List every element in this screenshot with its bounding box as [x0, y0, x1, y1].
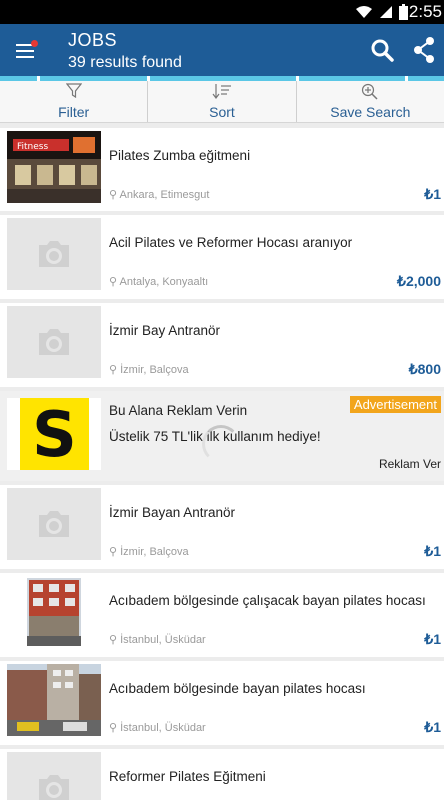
- clock: 2:55: [408, 2, 442, 21]
- list-item[interactable]: İzmir Bayan Antranör ⚲ İzmir, Balçova ₺1: [0, 485, 444, 569]
- battery-icon: [399, 4, 408, 20]
- list-item[interactable]: Reformer Pilates Eğitmeni: [0, 749, 444, 800]
- listing-photo: [7, 306, 101, 378]
- results-count: 39 results found: [68, 54, 182, 71]
- listing-title: Acıbadem bölgesinde bayan pilates hocası: [109, 681, 366, 696]
- advertisement-badge: Advertisement: [349, 396, 441, 413]
- sort-label: Sort: [209, 104, 235, 120]
- save-search-icon: [362, 83, 378, 100]
- listing-photo: [7, 488, 101, 560]
- save-search-button[interactable]: Save Search: [295, 81, 444, 122]
- listing-photo: Fitness: [7, 131, 101, 203]
- loading-spinner-icon: [202, 425, 240, 463]
- wifi-icon: [356, 6, 372, 18]
- list-item[interactable]: Acıbadem bölgesinde bayan pilates hocası…: [0, 661, 444, 745]
- list-item[interactable]: İzmir Bay Antranör ⚲ İzmir, Balçova ₺800: [0, 303, 444, 387]
- search-icon[interactable]: [370, 38, 394, 62]
- ad-title: Bu Alana Reklam Verin: [109, 403, 248, 418]
- listing-price: ₺800: [408, 361, 441, 377]
- advertisement-item[interactable]: S Advertisement Bu Alana Reklam Verin Üs…: [0, 391, 444, 481]
- sort-button[interactable]: Sort: [147, 81, 295, 122]
- notification-dot-icon: [31, 40, 38, 47]
- location-pin-icon: ⚲: [109, 634, 121, 646]
- listing-title: Acıbadem bölgesinde çalışacak bayan pila…: [109, 593, 426, 608]
- listing-title: Acil Pilates ve Reformer Hocası aranıyor: [109, 235, 353, 250]
- location-pin-icon: ⚲: [109, 276, 120, 288]
- status-bar: 2:55: [0, 0, 444, 24]
- sort-icon: [212, 84, 231, 99]
- listing-price: ₺2,000: [397, 273, 441, 289]
- camera-placeholder-icon: [39, 241, 69, 267]
- camera-placeholder-icon: [39, 511, 69, 537]
- filter-button[interactable]: Filter: [0, 81, 147, 122]
- location-pin-icon: ⚲: [109, 364, 121, 376]
- camera-placeholder-icon: [39, 775, 69, 800]
- listing-photo: [7, 752, 101, 800]
- filter-icon: [65, 83, 82, 99]
- listing-price: ₺1: [424, 631, 441, 647]
- listing-price: ₺1: [424, 719, 441, 735]
- app-bar: JOBS 39 results found: [0, 24, 444, 78]
- location-pin-icon: ⚲: [109, 722, 121, 734]
- listing-location: ⚲ Ankara, Etimesgut: [109, 189, 210, 201]
- listing-photo: [7, 664, 101, 736]
- listing-location: ⚲ İzmir, Balçova: [109, 364, 189, 376]
- list-item[interactable]: Acıbadem bölgesinde çalışacak bayan pila…: [0, 573, 444, 657]
- listing-location: ⚲ İstanbul, Üsküdar: [109, 722, 206, 734]
- listing-title: İzmir Bayan Antranör: [109, 505, 236, 520]
- list-item[interactable]: Fitness Pilates Zumba eğitmeni ⚲ Ankara,…: [0, 128, 444, 211]
- listing-title: İzmir Bay Antranör: [109, 323, 221, 338]
- share-icon[interactable]: [412, 36, 436, 64]
- menu-button[interactable]: [14, 38, 40, 64]
- save-search-label: Save Search: [330, 104, 411, 120]
- listing-location: ⚲ Antalya, Konyaaltı: [109, 276, 209, 288]
- signal-icon: [380, 6, 392, 18]
- camera-placeholder-icon: [39, 329, 69, 355]
- listing-photo: [7, 218, 101, 290]
- list-item[interactable]: Acil Pilates ve Reformer Hocası aranıyor…: [0, 215, 444, 299]
- svg-text:Fitness: Fitness: [17, 142, 48, 152]
- listing-title: Reformer Pilates Eğitmeni: [109, 769, 266, 784]
- listing-price: ₺1: [424, 186, 441, 202]
- listing-location: ⚲ İstanbul, Üsküdar: [109, 634, 206, 646]
- results-list: Fitness Pilates Zumba eğitmeni ⚲ Ankara,…: [0, 128, 444, 800]
- listing-location: ⚲ İzmir, Balçova: [109, 546, 189, 558]
- location-pin-icon: ⚲: [109, 189, 120, 201]
- filter-label: Filter: [58, 104, 90, 120]
- ad-cta-link[interactable]: Reklam Ver: [379, 457, 441, 471]
- page-title: JOBS: [68, 30, 118, 50]
- listing-photo: [7, 576, 101, 648]
- listing-price: ₺1: [424, 543, 441, 559]
- advertiser-logo: S: [7, 398, 101, 471]
- listing-title: Pilates Zumba eğitmeni: [109, 148, 251, 163]
- action-toolbar: Filter Sort Save Search: [0, 81, 444, 123]
- location-pin-icon: ⚲: [109, 546, 121, 558]
